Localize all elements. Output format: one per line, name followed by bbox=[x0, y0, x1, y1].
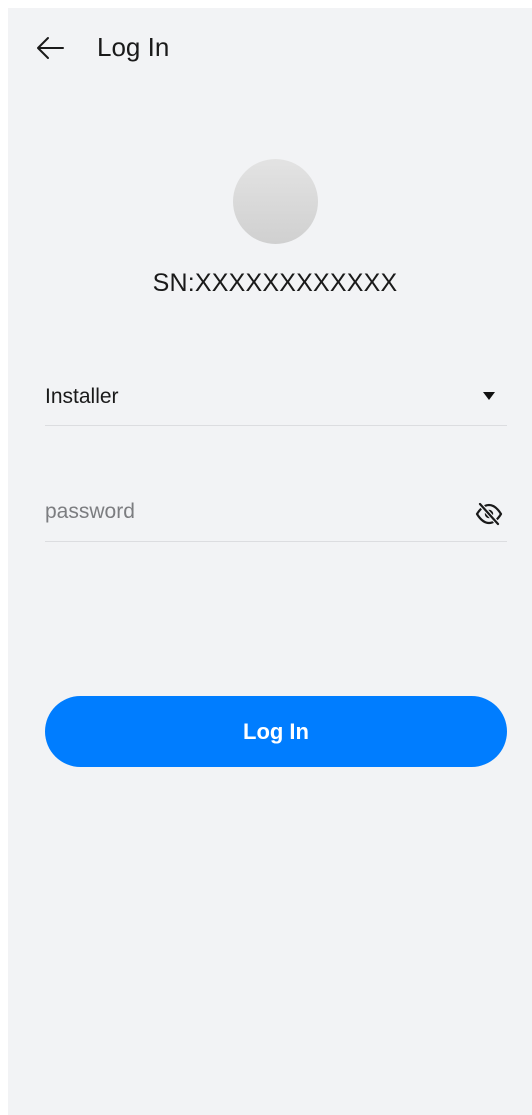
login-screen: Log In SN:XXXXXXXXXXXX Installer Log In bbox=[8, 8, 532, 1115]
login-button[interactable]: Log In bbox=[45, 696, 507, 767]
serial-number: SN:XXXXXXXXXXXX bbox=[152, 269, 398, 297]
page-title: Log In bbox=[97, 32, 170, 62]
arrow-left-icon bbox=[37, 37, 64, 59]
triangle-down-icon bbox=[483, 392, 495, 400]
app-bar: Log In bbox=[8, 8, 532, 84]
back-button[interactable] bbox=[30, 28, 70, 68]
role-selector[interactable]: Installer bbox=[45, 370, 507, 426]
eye-off-icon[interactable] bbox=[475, 500, 503, 528]
role-value: Installer bbox=[45, 385, 119, 408]
password-field-container bbox=[45, 486, 507, 542]
device-avatar bbox=[233, 159, 318, 244]
password-input[interactable] bbox=[45, 496, 445, 528]
